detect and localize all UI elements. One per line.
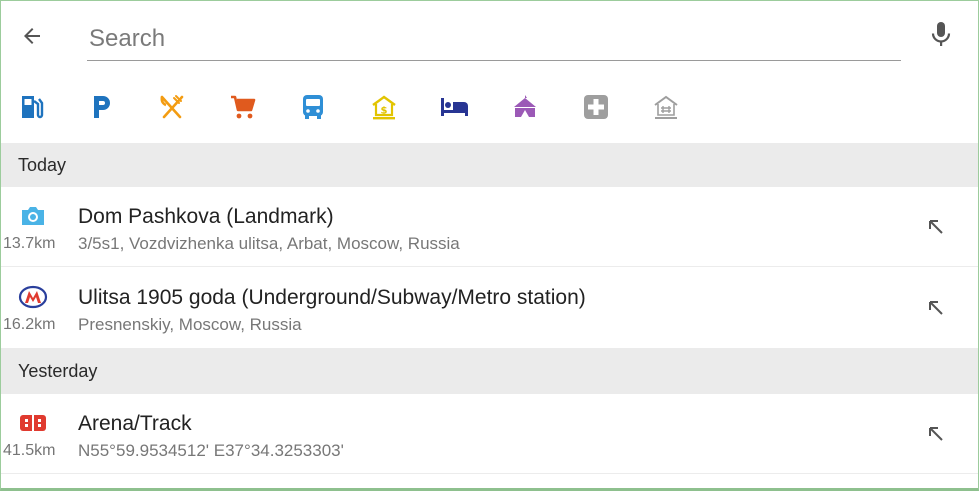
category-bar: $ (1, 81, 978, 137)
item-subtitle: N55°59.9534512' E37°34.3253303' (78, 441, 344, 460)
parking-icon (94, 96, 110, 118)
app-window: $ (0, 0, 979, 491)
fill-search-button[interactable] (922, 294, 950, 322)
arrow-up-left-icon (929, 220, 943, 234)
restaurant-icon (160, 95, 184, 119)
section-header-yesterday: Yesterday (1, 348, 978, 394)
row-divider (1, 266, 978, 267)
gas-station-icon (22, 96, 44, 119)
section-label: Yesterday (18, 361, 98, 381)
camera-icon (17, 201, 49, 231)
category-hotel[interactable] (433, 87, 477, 127)
history-item[interactable]: 13.7km Dom Pashkova (Landmark) 3/5s1, Vo… (1, 187, 978, 267)
arena-icon (17, 408, 49, 438)
category-more[interactable] (644, 87, 688, 127)
row-divider (1, 473, 978, 474)
microphone-icon (931, 22, 951, 46)
search-input[interactable] (87, 15, 901, 57)
category-entertainment[interactable] (503, 87, 547, 127)
category-parking[interactable] (80, 87, 124, 127)
bank-icon: $ (372, 95, 396, 120)
bus-icon (303, 95, 323, 119)
distance-label: 13.7km (3, 235, 56, 252)
category-shopping[interactable] (221, 87, 265, 127)
distance-label: 16.2km (3, 316, 56, 333)
search-bar (1, 1, 978, 73)
arrow-up-left-icon (929, 301, 943, 315)
arrow-left-icon (24, 28, 40, 44)
circus-tent-icon (514, 95, 536, 117)
category-health[interactable] (574, 87, 618, 127)
category-transport[interactable] (291, 87, 335, 127)
distance-label: 41.5km (3, 442, 56, 459)
item-subtitle: 3/5s1, Vozdvizhenka ulitsa, Arbat, Mosco… (78, 234, 460, 253)
item-title: Ulitsa 1905 goda (Underground/Subway/Met… (78, 286, 586, 309)
history-item[interactable]: 41.5km Arena/Track N55°59.9534512' E37°3… (1, 394, 978, 474)
category-finance[interactable]: $ (362, 87, 406, 127)
fill-search-button[interactable] (922, 420, 950, 448)
item-title: Arena/Track (78, 412, 192, 435)
cart-icon (231, 95, 256, 119)
category-fuel[interactable] (10, 87, 54, 127)
history-item[interactable]: 16.2km Ulitsa 1905 goda (Underground/Sub… (1, 268, 978, 348)
item-subtitle: Presnenskiy, Moscow, Russia (78, 315, 302, 334)
metro-icon (17, 282, 49, 312)
back-button[interactable] (15, 19, 49, 53)
fill-search-button[interactable] (922, 213, 950, 241)
voice-search-button[interactable] (925, 17, 957, 53)
medical-cross-icon (584, 95, 608, 119)
section-label: Today (18, 155, 67, 175)
arrow-up-left-icon (929, 427, 943, 441)
item-title: Dom Pashkova (Landmark) (78, 205, 334, 228)
svg-text:$: $ (381, 106, 388, 117)
search-field (87, 15, 901, 61)
section-header-today: Today (1, 143, 978, 187)
grid-house-icon (654, 95, 678, 119)
bed-icon (441, 98, 468, 116)
category-food[interactable] (150, 87, 194, 127)
